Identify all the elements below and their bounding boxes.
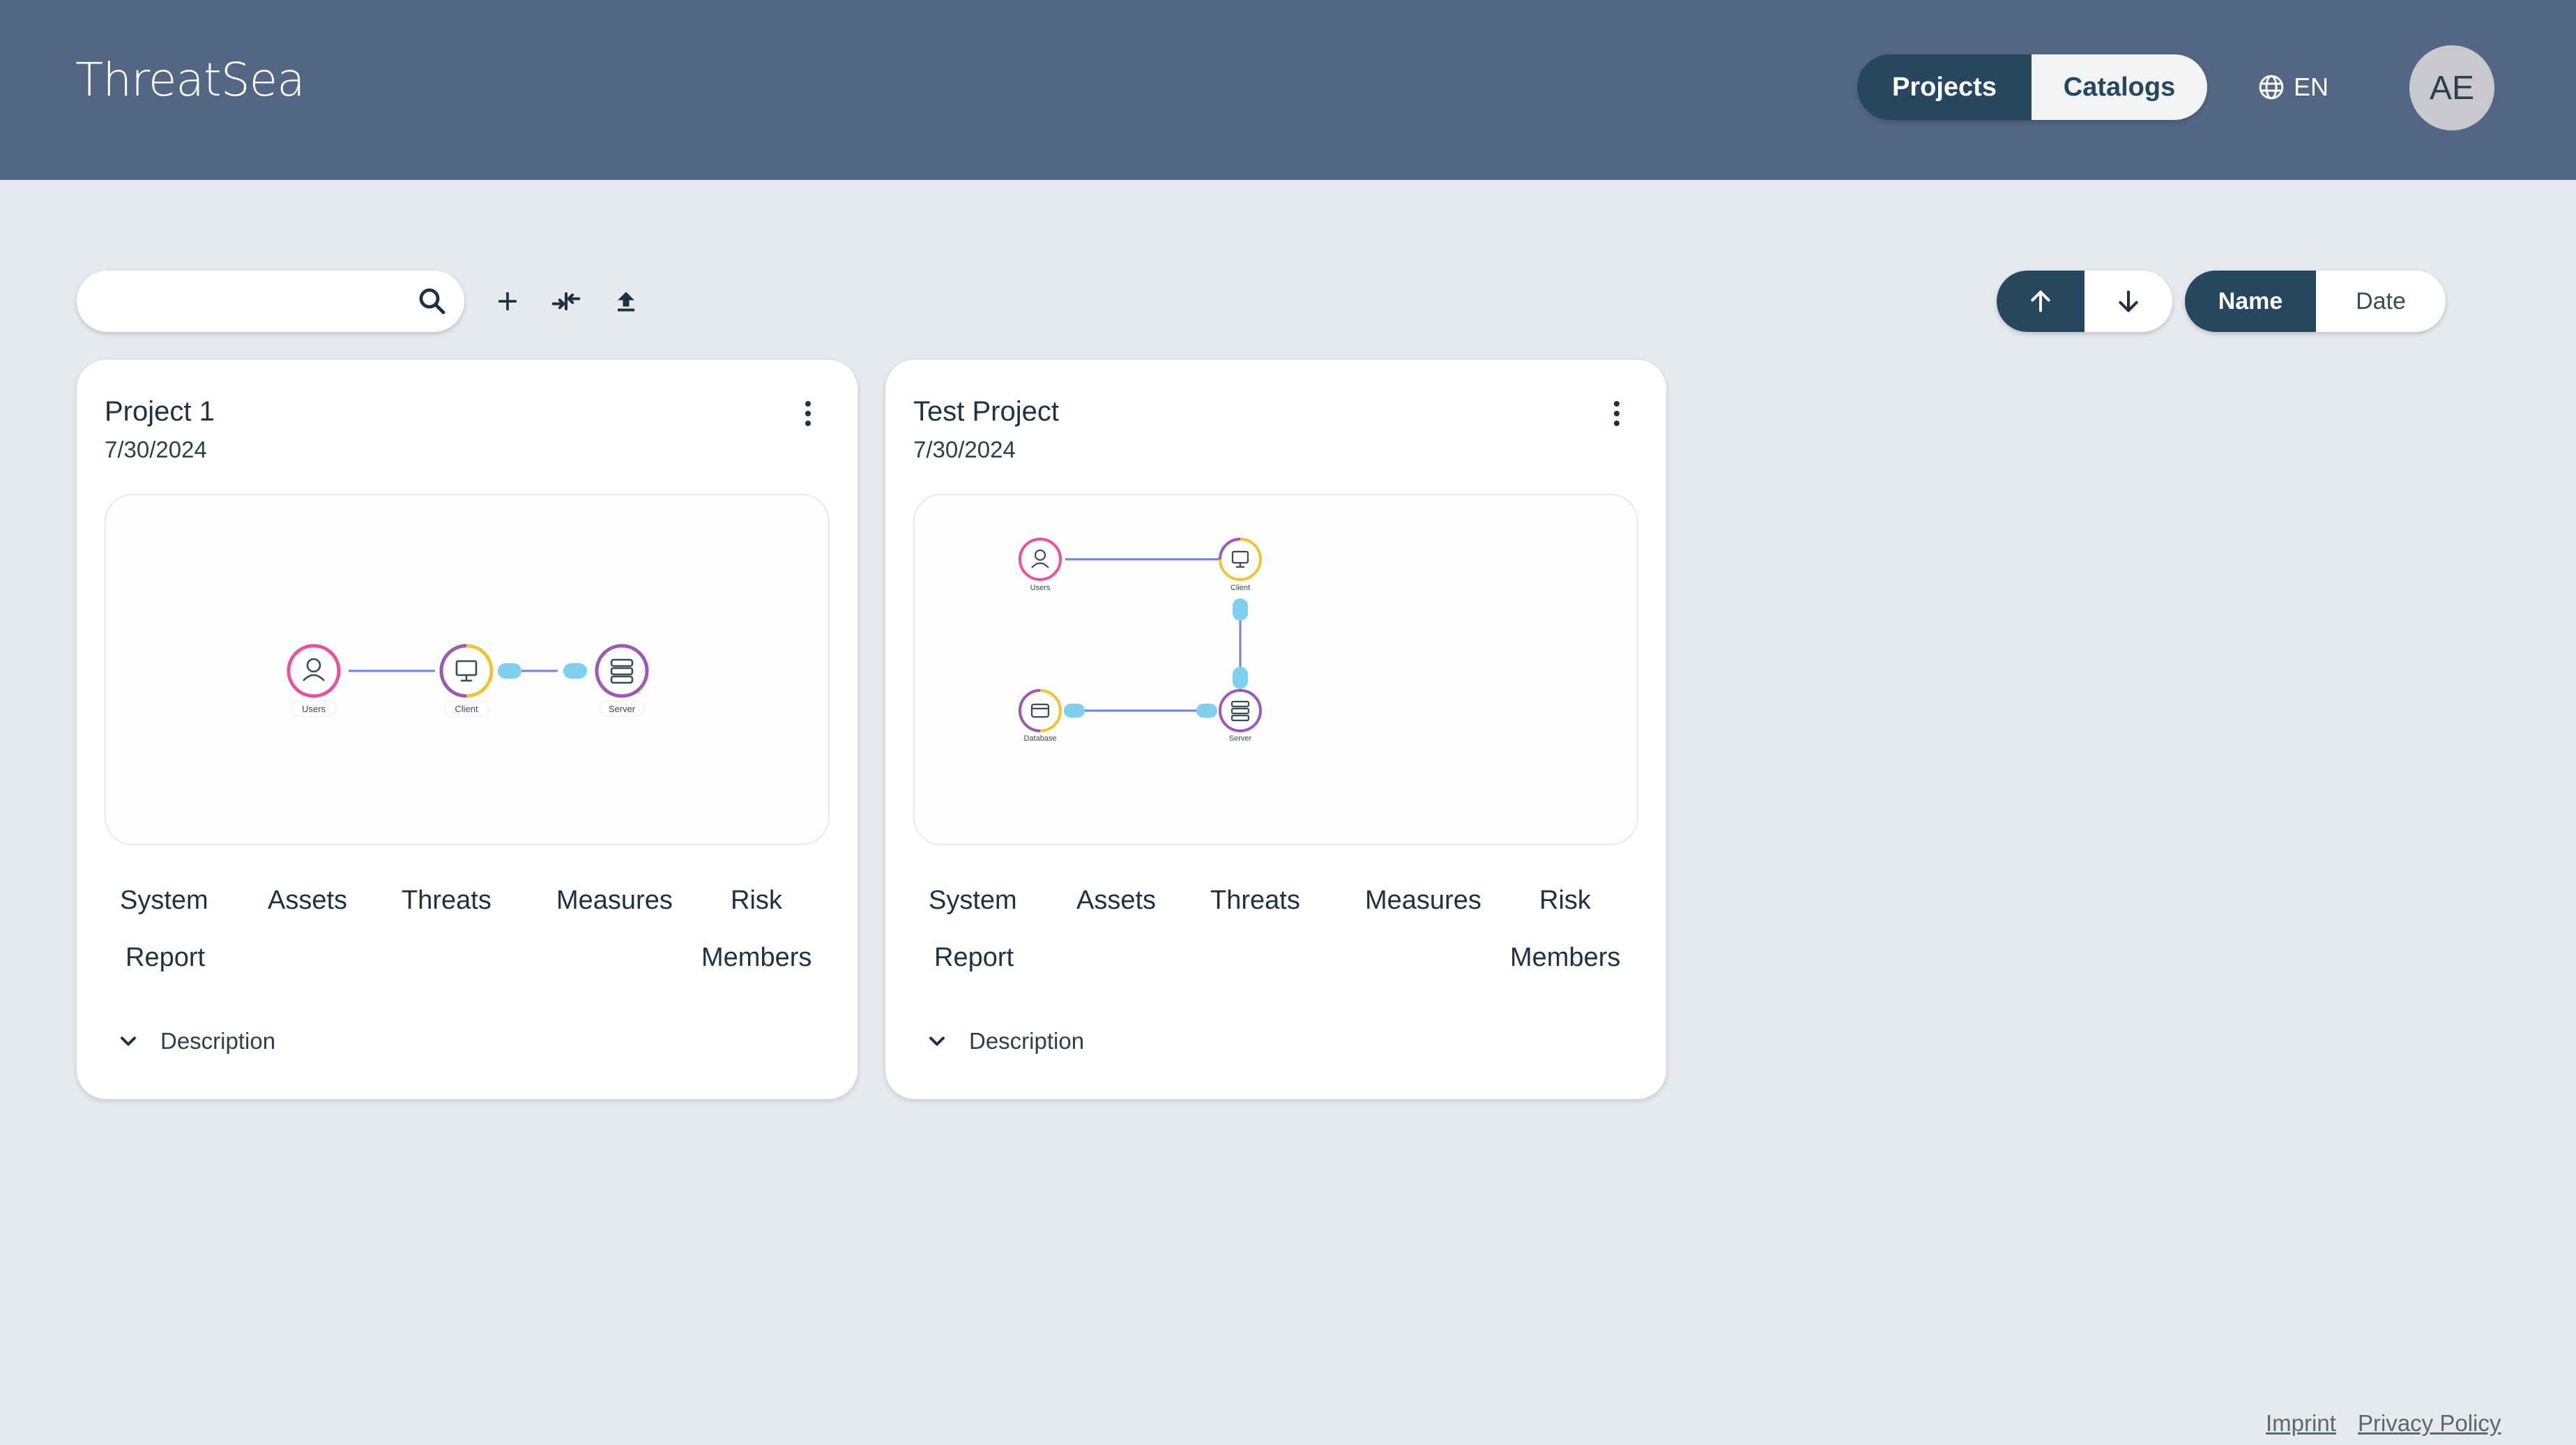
search-input[interactable] [98, 280, 404, 322]
project-date: 7/30/2024 [913, 437, 1016, 462]
diagram-canvas: Users Client Server [287, 644, 649, 717]
description-label: Description [160, 1028, 276, 1054]
diagram-node-database: Database [1018, 689, 1062, 743]
more-vert-icon[interactable] [798, 396, 818, 431]
import-compare-button[interactable] [548, 283, 584, 319]
diagram-node-client: Client [1219, 538, 1262, 592]
project-title[interactable]: Project 1 [105, 396, 215, 428]
sort-key-toggle: Name Date [2185, 271, 2446, 332]
diagram-node-server: Server [1219, 689, 1262, 743]
diagram-connector [1064, 704, 1085, 718]
project-title[interactable]: Test Project [913, 396, 1059, 428]
privacy-policy-link[interactable]: Privacy Policy [2358, 1410, 2501, 1437]
diagram-label: Users [1030, 584, 1051, 592]
globe-icon [2259, 75, 2284, 100]
nav-catalogs-button[interactable]: Catalogs [2032, 54, 2207, 120]
diagram-node-client: Client [439, 644, 494, 717]
compare-arrows-icon [551, 292, 581, 311]
project-link-system[interactable]: System [105, 880, 224, 921]
project-link-threats[interactable]: Threats [386, 880, 507, 921]
upload-icon [618, 292, 634, 312]
project-search [77, 271, 464, 332]
system-diagram-preview[interactable]: Users Client Server [105, 494, 830, 845]
diagram-connector [563, 663, 587, 679]
main-nav-toggle: Projects Catalogs [1857, 54, 2207, 120]
diagram-node-server: Server [595, 644, 649, 717]
diagram-label: Database [1023, 734, 1056, 743]
sort-by-date-button[interactable]: Date [2316, 271, 2446, 332]
description-label: Description [969, 1028, 1085, 1054]
diagram-label: Client [1230, 584, 1250, 592]
project-link-members[interactable]: Members [686, 937, 827, 978]
diagram-connector [1233, 667, 1248, 689]
project-link-system[interactable]: System [913, 880, 1032, 921]
chevron-down-icon [929, 1036, 945, 1046]
diagram-label: Server [609, 704, 636, 714]
diagram-label: Users [302, 704, 326, 714]
project-link-measures[interactable]: Measures [1350, 880, 1497, 921]
description-toggle[interactable]: Description [924, 1028, 1084, 1054]
diagram-connector [498, 663, 521, 679]
description-toggle[interactable]: Description [116, 1028, 275, 1054]
sort-by-name-button[interactable]: Name [2185, 271, 2316, 332]
project-link-threats[interactable]: Threats [1195, 880, 1316, 921]
diagram-label: Server [1229, 734, 1252, 743]
arrow-down-icon [2119, 290, 2138, 312]
project-link-risk[interactable]: Risk [715, 880, 798, 921]
diagram-node-users: Users [1019, 538, 1062, 592]
imprint-link[interactable]: Imprint [2266, 1410, 2336, 1437]
plus-icon [498, 292, 517, 311]
diagram-node-users: Users [287, 644, 341, 717]
project-link-report[interactable]: Report [110, 937, 220, 978]
project-link-assets[interactable]: Assets [1061, 880, 1171, 921]
arrow-up-icon [2031, 290, 2050, 312]
nav-projects-button[interactable]: Projects [1857, 54, 2032, 120]
project-link-measures[interactable]: Measures [541, 880, 688, 921]
threatsea-logo[interactable]: ThreatSea [75, 53, 305, 107]
sort-ascending-button[interactable] [1997, 271, 2085, 332]
project-card: Test Project 7/30/2024 Users Client Data… [885, 360, 1666, 1099]
language-selector[interactable]: EN [2257, 70, 2329, 105]
project-link-risk[interactable]: Risk [1524, 880, 1606, 921]
diagram-connector [1196, 704, 1217, 718]
diagram-canvas: Users Client Database Server [1018, 538, 1262, 743]
project-link-assets[interactable]: Assets [252, 880, 363, 921]
project-card: Project 1 7/30/2024 Users Client Server … [77, 360, 858, 1099]
diagram-connector [1233, 598, 1248, 621]
more-vert-icon[interactable] [1606, 396, 1627, 431]
project-link-report[interactable]: Report [919, 937, 1029, 978]
system-diagram-preview[interactable]: Users Client Database Server [913, 494, 1638, 845]
user-avatar[interactable]: AE [2409, 45, 2494, 130]
diagram-label: Client [455, 704, 478, 714]
upload-project-button[interactable] [608, 283, 644, 319]
language-label: EN [2294, 73, 2329, 101]
chevron-down-icon [121, 1036, 136, 1046]
sort-descending-button[interactable] [2085, 271, 2172, 332]
project-link-members[interactable]: Members [1495, 937, 1636, 978]
app-header: ThreatSea Projects Catalogs EN AE [0, 0, 2576, 180]
add-project-button[interactable] [489, 283, 526, 319]
project-date: 7/30/2024 [105, 437, 207, 462]
search-icon[interactable] [416, 285, 449, 318]
sort-direction-toggle [1997, 271, 2172, 332]
